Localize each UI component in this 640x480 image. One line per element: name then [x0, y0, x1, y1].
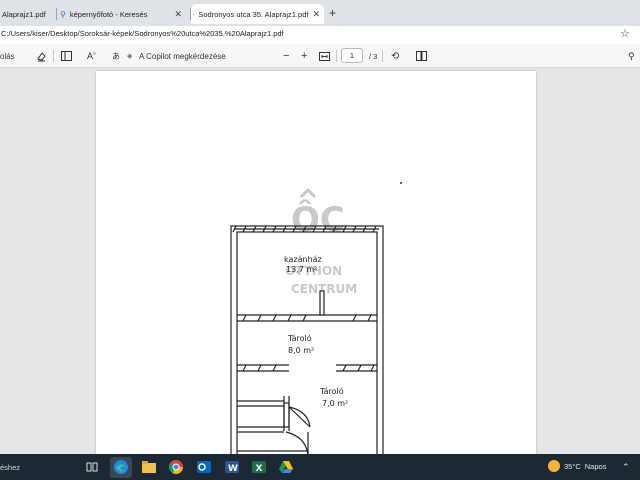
file-explorer-icon[interactable] — [141, 459, 157, 475]
room1-area: 13,7 m² — [286, 265, 317, 274]
tab-title: Alaprajz1.pdf — [2, 9, 46, 19]
room3-name: Tároló — [319, 386, 344, 396]
close-icon[interactable]: ✕ — [312, 9, 320, 20]
chevron-up-icon[interactable]: ⌃ — [622, 462, 630, 473]
sidebar-toggle-icon[interactable] — [61, 44, 72, 68]
weather-desc: Napos — [584, 461, 607, 471]
weather-widget[interactable]: 35°C Napos — [548, 460, 606, 472]
star-icon[interactable]: ☆ — [620, 27, 630, 40]
page-view-icon[interactable] — [416, 44, 427, 68]
fit-page-icon[interactable] — [319, 44, 330, 68]
weather-temp: 35°C — [564, 461, 581, 471]
svg-text:W: W — [228, 464, 238, 474]
zoom-out-button[interactable]: − — [283, 44, 289, 68]
address-url[interactable]: C:/Users/kiser/Desktop/Soroksár-képek/So… — [1, 29, 284, 38]
tab-title: Sodronyos utca 35. Alaprajz1.pdf — [198, 9, 309, 19]
toolbar-divider — [53, 50, 54, 62]
room3-area: 7,0 m² — [322, 399, 348, 408]
room2-area: 8,0 m² — [288, 346, 314, 355]
toolbar-divider — [382, 50, 383, 62]
pdf-toolbar: olás A» あ ◈ A Copilot megkérdezése − + /… — [0, 44, 640, 68]
eraser-icon[interactable] — [36, 44, 47, 68]
pdf-icon — [193, 13, 195, 15]
new-tab-icon[interactable]: + — [329, 6, 336, 20]
search-icon[interactable]: ⚲ — [628, 44, 635, 68]
watermark-logo: ÔC OTTHON CENTRUM — [285, 187, 357, 296]
page-number-input[interactable]: 1 — [341, 48, 363, 63]
search-icon: ⚲ — [60, 9, 66, 19]
drive-icon[interactable] — [278, 459, 294, 475]
tab-separator — [56, 8, 57, 20]
taskbar-search-text[interactable]: éshez — [0, 463, 20, 472]
svg-text:X: X — [256, 464, 263, 474]
address-bar[interactable]: C:/Users/kiser/Desktop/Soroksár-képek/So… — [0, 26, 640, 44]
room2-name: Tároló — [287, 333, 312, 343]
pdf-page: ÔC OTTHON CENTRUM kazánház 13,7 m² Tárol… — [96, 71, 536, 454]
tab-sodronyos[interactable]: Sodronyos utca 35. Alaprajz1.pdf ✕ — [191, 4, 324, 24]
highlight-tool-label[interactable]: olás — [0, 44, 15, 68]
tab-search[interactable]: ⚲ képernyőfotó - Keresés ✕ — [58, 4, 186, 24]
zoom-in-button[interactable]: + — [301, 44, 307, 68]
rotate-icon[interactable]: ⟲ — [391, 44, 399, 68]
copilot-icon[interactable]: ◈ — [127, 44, 132, 68]
pdf-viewer[interactable]: ÔC OTTHON CENTRUM kazánház 13,7 m² Tárol… — [0, 68, 640, 454]
watermark-logo-text: ÔC — [291, 199, 345, 240]
close-icon[interactable]: ✕ — [174, 9, 182, 20]
floor-plan-drawing: ÔC OTTHON CENTRUM kazánház 13,7 m² Tárol… — [230, 182, 402, 454]
room1-name: kazánház — [284, 255, 322, 264]
toolbar-divider — [336, 50, 337, 62]
windows-taskbar: éshez W X 35°C Napos ⌃ — [0, 454, 640, 480]
task-view-icon[interactable] — [84, 459, 100, 475]
tab-alaprajz[interactable]: Alaprajz1.pdf — [0, 4, 56, 24]
tab-title: képernyőfotó - Keresés — [69, 9, 148, 19]
read-aloud-icon[interactable]: A» — [87, 44, 96, 68]
word-icon[interactable]: W — [224, 459, 240, 475]
edge-icon[interactable] — [113, 459, 129, 475]
excel-icon[interactable]: X — [251, 459, 267, 475]
chrome-icon[interactable] — [168, 459, 184, 475]
copilot-ask-label[interactable]: A Copilot megkérdezése — [139, 44, 226, 68]
sun-icon — [548, 460, 560, 472]
browser-tab-strip: Alaprajz1.pdf ⚲ képernyőfotó - Keresés ✕… — [0, 0, 640, 26]
page-total: / 3 — [369, 51, 378, 61]
translate-icon[interactable]: あ — [112, 44, 120, 68]
outlook-icon[interactable] — [196, 459, 212, 475]
